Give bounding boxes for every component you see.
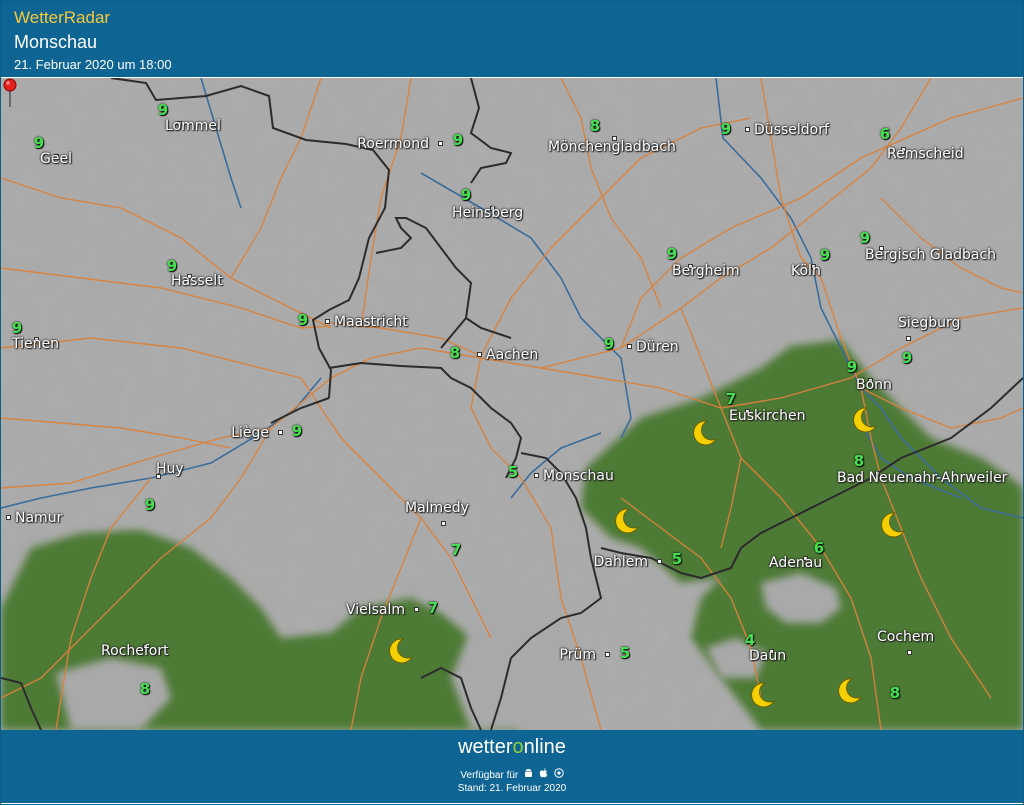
android-icon[interactable] — [524, 768, 533, 781]
temperature-label: 7 — [427, 599, 439, 617]
moon-icon — [838, 678, 863, 704]
temperature-label: 5 — [619, 644, 631, 662]
temperature-label: 9 — [819, 246, 831, 264]
moon-icon — [881, 512, 906, 538]
radar-map[interactable]: Lommel Geel Roermond Mönchengladbach Düs… — [1, 78, 1023, 730]
temperature-label: 9 — [33, 134, 45, 152]
wetteronline-logo[interactable]: wetteronline — [1, 736, 1023, 759]
temperature-label: 8 — [449, 344, 461, 362]
city-marker — [605, 652, 610, 657]
temperature-label: 9 — [460, 186, 472, 204]
data-timestamp: Stand: 21. Februar 2020 — [457, 783, 567, 794]
temperature-label: 7 — [450, 541, 462, 559]
temperature-label: 5 — [671, 550, 683, 568]
temperature-label: 8 — [589, 117, 601, 135]
temperature-label: 9 — [297, 311, 309, 329]
city-marker — [745, 127, 750, 132]
temperature-label: 9 — [11, 319, 23, 337]
app-header: WetterRadar Monschau 21. Februar 2020 um… — [1, 1, 1023, 77]
temperature-label: 6 — [879, 125, 891, 143]
temperature-label: 9 — [157, 101, 169, 119]
app-footer: wetteronline Verfügbar für Stand: 21. Fe… — [1, 730, 1023, 803]
apple-icon[interactable] — [539, 768, 548, 781]
temperature-label: 9 — [291, 422, 303, 440]
forecast-datetime: 21. Februar 2020 um 18:00 — [14, 57, 172, 72]
temperature-label: 9 — [720, 120, 732, 138]
moon-icon — [389, 638, 414, 664]
city-marker — [627, 344, 632, 349]
city-marker — [441, 521, 446, 526]
web-icon[interactable] — [553, 768, 564, 781]
map-pin-icon[interactable] — [1, 78, 19, 108]
city-marker — [534, 473, 539, 478]
temperature-label: 9 — [666, 245, 678, 263]
city-marker — [6, 515, 11, 520]
temperature-label: 8 — [139, 680, 151, 698]
city-marker — [907, 650, 912, 655]
availability-label: Verfügbar für — [460, 770, 519, 781]
temperature-label: 7 — [725, 390, 737, 408]
location-name: Monschau — [14, 32, 98, 52]
app-title: WetterRadar — [14, 8, 111, 27]
temperature-label: 6 — [813, 539, 825, 557]
city-marker — [438, 141, 443, 146]
temperature-label: 4 — [744, 631, 756, 649]
map-base — [1, 78, 1023, 730]
temperature-label: 9 — [603, 335, 615, 353]
moon-icon — [615, 508, 640, 534]
city-marker — [278, 430, 283, 435]
city-marker — [657, 559, 662, 564]
temperature-label: 9 — [846, 358, 858, 376]
city-marker — [477, 352, 482, 357]
temperature-label: 9 — [901, 349, 913, 367]
temperature-label: 9 — [166, 257, 178, 275]
city-marker — [906, 336, 911, 341]
temperature-label: 8 — [853, 452, 865, 470]
temperature-label: 5 — [507, 463, 519, 481]
temperature-label: 9 — [144, 496, 156, 514]
city-marker — [414, 607, 419, 612]
moon-icon — [751, 682, 776, 708]
city-marker — [325, 319, 330, 324]
temperature-label: 9 — [859, 229, 871, 247]
moon-icon — [693, 420, 718, 446]
temperature-label: 9 — [452, 131, 464, 149]
temperature-label: 8 — [889, 684, 901, 702]
moon-icon — [853, 407, 878, 433]
availability-line: Verfügbar für — [1, 768, 1023, 781]
